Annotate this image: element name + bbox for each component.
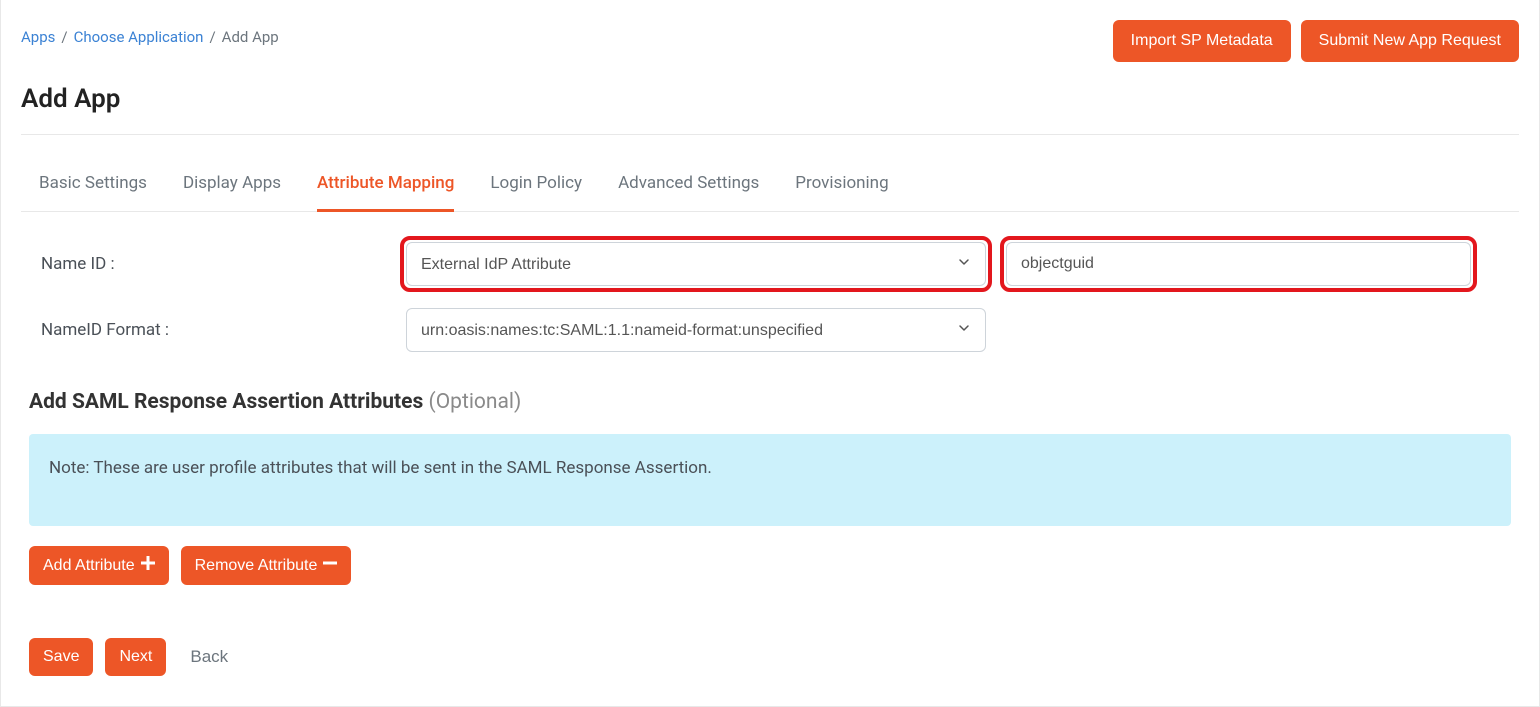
breadcrumb-add-app: Add App <box>222 28 279 46</box>
name-id-select-wrap: External IdP Attribute <box>406 242 986 286</box>
nameid-format-select-wrap: urn:oasis:names:tc:SAML:1.1:nameid-forma… <box>406 308 986 352</box>
submit-new-app-request-button[interactable]: Submit New App Request <box>1301 20 1519 62</box>
section-title-optional: (Optional) <box>429 390 522 414</box>
remove-attribute-label: Remove Attribute <box>195 557 318 575</box>
name-id-text-wrap <box>1006 242 1471 286</box>
nameid-format-select[interactable]: urn:oasis:names:tc:SAML:1.1:nameid-forma… <box>406 308 986 352</box>
name-id-select[interactable]: External IdP Attribute <box>406 242 986 286</box>
section-title-text: Add SAML Response Assertion Attributes <box>29 390 423 414</box>
info-note: Note: These are user profile attributes … <box>29 434 1511 526</box>
tab-provisioning[interactable]: Provisioning <box>795 163 888 212</box>
form-content: Name ID : External IdP Attribute NameID … <box>11 212 1529 352</box>
import-sp-metadata-button[interactable]: Import SP Metadata <box>1113 20 1291 62</box>
tabs-container: Basic Settings Display Apps Attribute Ma… <box>21 135 1519 212</box>
nameid-format-row: NameID Format : urn:oasis:names:tc:SAML:… <box>41 308 1499 352</box>
breadcrumb-separator: / <box>209 28 215 46</box>
page-title: Add App <box>11 62 1529 134</box>
breadcrumb-apps[interactable]: Apps <box>21 28 55 46</box>
save-button[interactable]: Save <box>29 638 93 676</box>
bottom-buttons: Save Next Back <box>11 605 1529 677</box>
add-attribute-button[interactable]: Add Attribute <box>29 546 169 585</box>
tab-display-apps[interactable]: Display Apps <box>183 163 281 212</box>
name-id-label: Name ID : <box>41 254 406 274</box>
plus-icon <box>141 556 155 575</box>
name-id-text-input[interactable] <box>1006 242 1471 286</box>
breadcrumb-choose-application[interactable]: Choose Application <box>74 28 204 46</box>
minus-icon <box>323 556 337 575</box>
tab-attribute-mapping[interactable]: Attribute Mapping <box>317 163 454 212</box>
name-id-row: Name ID : External IdP Attribute <box>41 242 1499 286</box>
tab-advanced-settings[interactable]: Advanced Settings <box>618 163 759 212</box>
remove-attribute-button[interactable]: Remove Attribute <box>181 546 352 585</box>
attribute-action-buttons: Add Attribute Remove Attribute <box>11 526 1529 605</box>
tab-login-policy[interactable]: Login Policy <box>490 163 582 212</box>
breadcrumb-separator: / <box>61 28 67 46</box>
nameid-format-label: NameID Format : <box>41 320 406 340</box>
section-title: Add SAML Response Assertion Attributes (… <box>11 390 1529 414</box>
add-attribute-label: Add Attribute <box>43 557 135 575</box>
next-button[interactable]: Next <box>105 638 166 676</box>
back-button[interactable]: Back <box>178 637 228 677</box>
breadcrumb: Apps / Choose Application / Add App <box>21 28 279 46</box>
tab-basic-settings[interactable]: Basic Settings <box>39 163 147 212</box>
